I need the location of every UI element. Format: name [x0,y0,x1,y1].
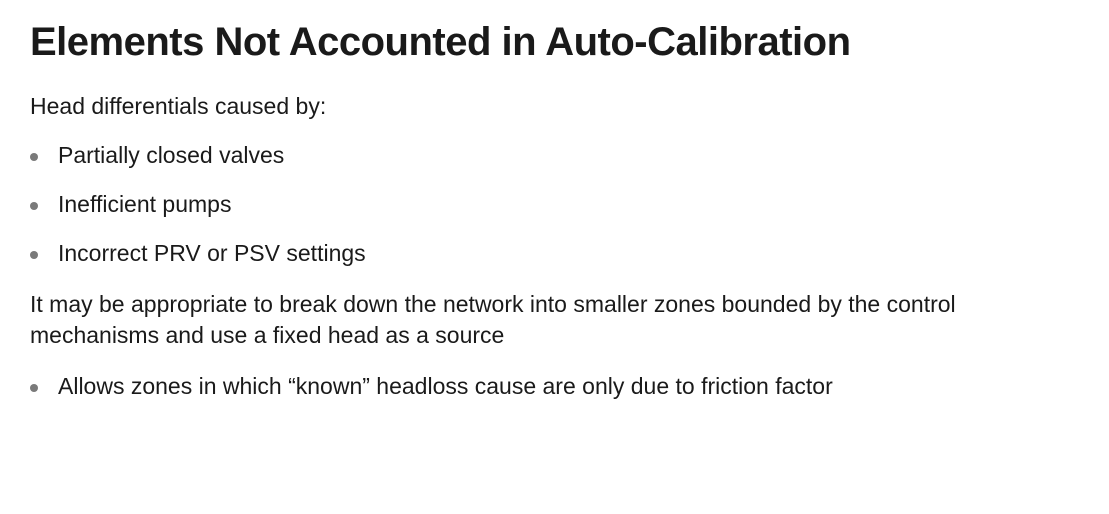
body-paragraph: It may be appropriate to break down the … [30,289,1079,351]
intro-text: Head differentials caused by: [30,93,1079,120]
list-item: Partially closed valves [30,142,1079,169]
page-title: Elements Not Accounted in Auto-Calibrati… [30,20,1079,65]
list-item: Inefficient pumps [30,191,1079,218]
list-item: Allows zones in which “known” headloss c… [30,373,1079,400]
list-item: Incorrect PRV or PSV settings [30,240,1079,267]
notes-list: Allows zones in which “known” headloss c… [30,373,1079,400]
causes-list: Partially closed valves Inefficient pump… [30,142,1079,267]
